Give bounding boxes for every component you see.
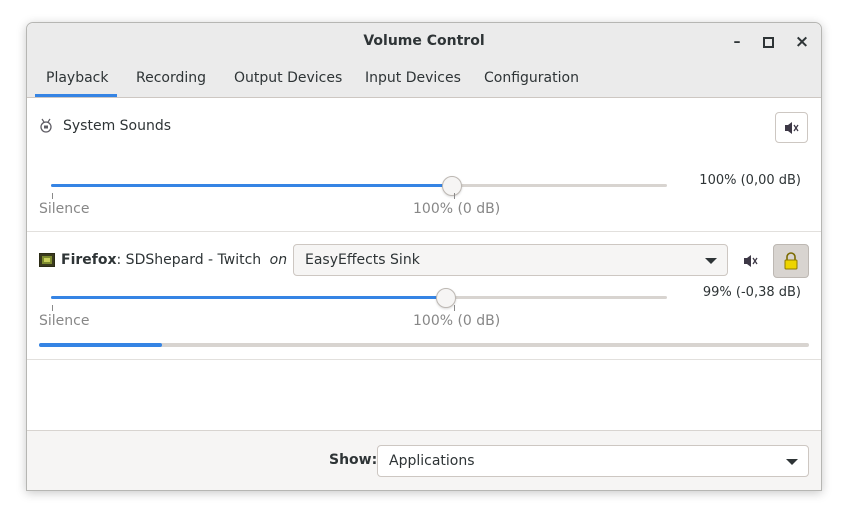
titlebar: Volume Control – × [27, 23, 821, 60]
firefox-peak-level [39, 343, 163, 347]
minimize-button[interactable]: – [727, 32, 747, 52]
firefox-peak-meter [39, 343, 809, 347]
tab-configuration[interactable]: Configuration [484, 70, 579, 86]
tab-bar: Playback Recording Output Devices Input … [27, 60, 821, 98]
firefox-mute-button[interactable] [743, 253, 761, 272]
output-device-select[interactable]: EasyEffects Sink [293, 244, 728, 276]
show-label: Show: [329, 452, 377, 468]
show-label-text: Show: [329, 452, 378, 468]
firefox-volume-readout: 99% (-0,38 dB) [702, 285, 801, 300]
bell-icon [39, 118, 53, 138]
tab-playback[interactable]: Playback [46, 70, 108, 86]
system-sounds-volume-readout: 100% (0,00 dB) [699, 173, 801, 188]
firefox-volume-slider[interactable] [51, 288, 667, 308]
chevron-down-icon [786, 459, 798, 465]
system-sounds-volume-slider[interactable] [51, 176, 667, 196]
chevron-down-icon [705, 258, 717, 264]
volume-control-window: Volume Control – × Playback Recording Ou… [26, 22, 822, 491]
close-button[interactable]: × [792, 32, 812, 52]
silence-tick [52, 305, 53, 311]
output-device-value: EasyEffects Sink [305, 252, 420, 268]
system-sounds-volume-handle[interactable] [442, 176, 463, 196]
tab-recording[interactable]: Recording [136, 70, 206, 86]
playback-list: System Sounds 100% (0,00 dB) Silence 100… [27, 98, 821, 431]
tab-recording-label: Recording [136, 70, 207, 86]
footer-bar: Show: Applications [27, 430, 821, 490]
tab-output-devices[interactable]: Output Devices [234, 70, 342, 86]
full-volume-tick [454, 193, 455, 199]
system-sounds-mute-button[interactable] [775, 112, 808, 143]
lock-channels-toggle[interactable] [773, 244, 809, 278]
firefox-100-label: 100% (0 dB) [413, 313, 501, 329]
speaker-icon [784, 121, 799, 134]
firefox-silence-label: Silence [39, 313, 90, 329]
tab-output-devices-label: Output Devices [234, 70, 343, 86]
tab-configuration-label: Configuration [484, 70, 579, 86]
row-separator [27, 231, 821, 232]
system-silence-label: Silence [39, 201, 90, 217]
firefox-media-title: : SDShepard - Twitch [116, 252, 262, 268]
silence-tick [52, 193, 53, 199]
firefox-icon [39, 252, 55, 271]
firefox-stream-title: Firefox: SDShepard - Twitch on [61, 252, 287, 268]
tab-input-devices[interactable]: Input Devices [365, 70, 461, 86]
system-sounds-volume-fill [51, 184, 452, 187]
show-filter-select[interactable]: Applications [377, 445, 809, 477]
show-filter-value: Applications [389, 453, 475, 469]
speaker-icon [744, 255, 758, 267]
window-title: Volume Control [363, 33, 485, 49]
minimize-icon: – [733, 34, 741, 50]
system-100-label: 100% (0 dB) [413, 201, 501, 217]
system-sounds-label: System Sounds [63, 118, 172, 134]
lock-icon [784, 252, 798, 270]
full-volume-tick [454, 305, 455, 311]
maximize-icon [762, 36, 774, 48]
firefox-volume-fill [51, 296, 446, 299]
on-label: on [269, 252, 288, 268]
close-icon: × [794, 32, 810, 52]
selected-tab-indicator [35, 94, 117, 97]
row-separator [27, 359, 821, 360]
maximize-button[interactable] [758, 32, 778, 52]
firefox-app-name: Firefox [61, 252, 117, 268]
tab-playback-label: Playback [46, 70, 109, 86]
tab-input-devices-label: Input Devices [365, 70, 461, 86]
